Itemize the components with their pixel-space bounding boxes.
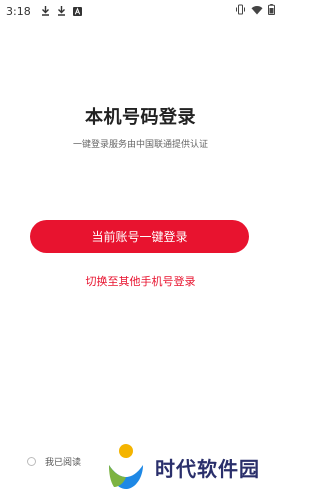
download-icon — [41, 6, 50, 16]
watermark-logo-icon — [103, 441, 149, 493]
vibrate-icon — [235, 4, 246, 18]
battery-icon — [268, 4, 275, 18]
watermark-text: 时代软件园 — [155, 456, 260, 481]
status-right-icons — [235, 4, 275, 18]
font-a-icon — [72, 6, 82, 16]
auth-provider-note: 一键登录服务由中国联通提供认证 — [72, 140, 208, 150]
switch-phone-number-link[interactable]: 切换至其他手机号登录 — [0, 273, 281, 289]
wifi-icon — [251, 5, 263, 18]
status-time: 3:18 — [6, 4, 31, 18]
one-click-login-button[interactable]: 当前账号一键登录 — [30, 220, 249, 253]
watermark: 时代软件园 — [97, 434, 281, 500]
login-screen: 3:18 本机号码登录 一键登录服务由中国联通提供认证 当前账号一键登录 切换至… — [0, 0, 281, 500]
agreement-checkbox[interactable] — [27, 457, 36, 466]
status-bar: 3:18 — [0, 0, 281, 22]
agreement-text: 我已阅读 — [45, 458, 82, 468]
page-title: 本机号码登录 — [85, 107, 196, 128]
agreement-row: 我已阅读 — [27, 455, 81, 468]
download-icon — [57, 6, 66, 16]
